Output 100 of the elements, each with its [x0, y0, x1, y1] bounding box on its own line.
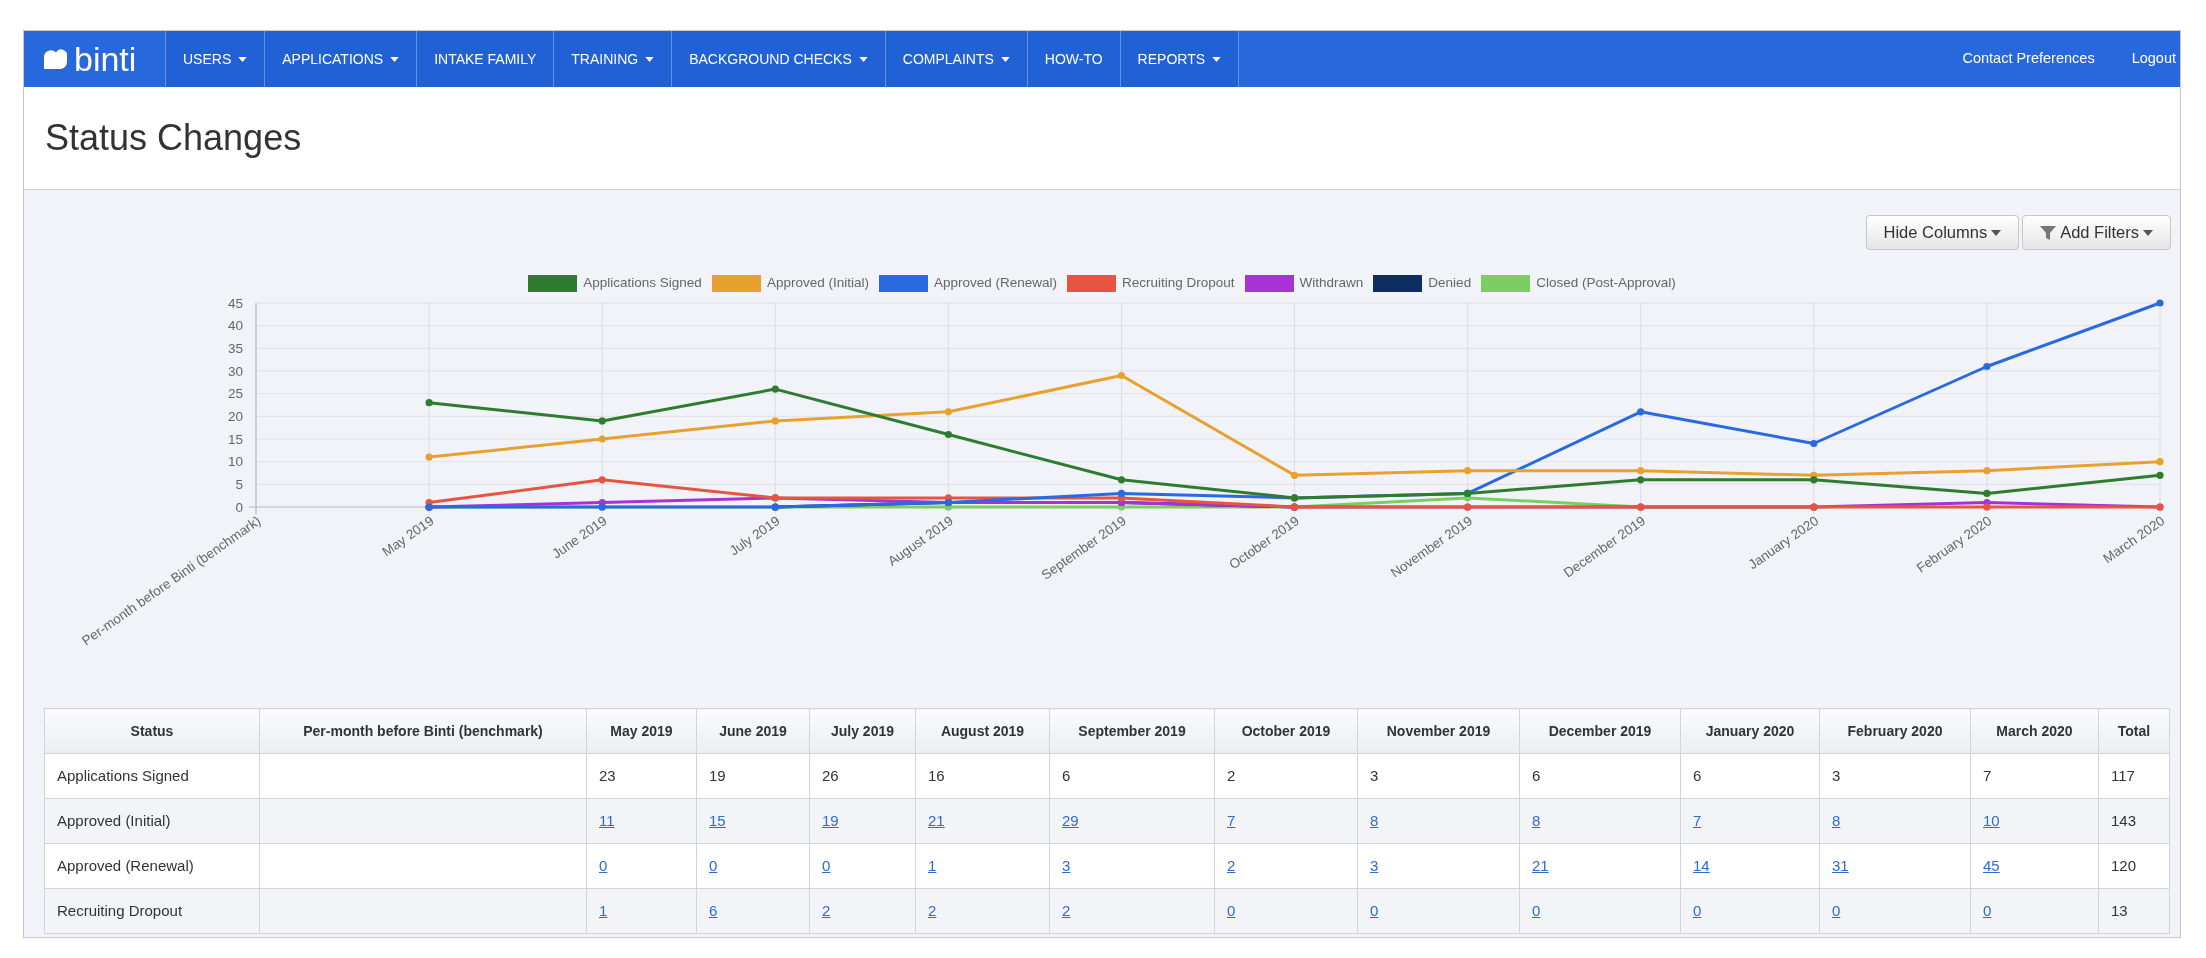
- filter-button[interactable]: Add Filters: [2022, 215, 2171, 250]
- data-point: [1983, 467, 1991, 475]
- table-cell: 2: [1214, 753, 1358, 799]
- y-tick-label: 10: [227, 454, 243, 470]
- nav-menu-item[interactable]: APPLICATIONS: [264, 31, 417, 87]
- cell-link[interactable]: 11: [599, 811, 615, 829]
- column-header: March 2020: [1970, 708, 2099, 754]
- cell-link[interactable]: 1: [928, 856, 937, 874]
- cell-link[interactable]: 0: [599, 856, 608, 874]
- cell-link[interactable]: 7: [1693, 811, 1702, 829]
- data-point: [1983, 362, 1991, 371]
- filter-icon: [2040, 224, 2057, 241]
- cell-link[interactable]: 21: [1532, 856, 1549, 874]
- dropdown-button[interactable]: Hide Columns: [1865, 215, 2020, 250]
- table-cell: 3: [1357, 753, 1520, 799]
- table-cell: 6: [1049, 753, 1215, 799]
- cell-link[interactable]: 7: [1227, 811, 1236, 829]
- column-header: August 2019: [915, 708, 1050, 754]
- data-point: [598, 476, 606, 484]
- cell-link[interactable]: 6: [709, 901, 718, 919]
- data-point: [1637, 408, 1645, 416]
- data-point: [771, 417, 779, 425]
- data-point: [944, 408, 952, 416]
- cell-link[interactable]: 2: [1062, 901, 1071, 919]
- cell-link[interactable]: 2: [822, 901, 831, 919]
- data-point: [2156, 458, 2164, 466]
- cell-link[interactable]: 14: [1693, 856, 1710, 874]
- cell-link[interactable]: 0: [1532, 901, 1541, 919]
- data-point: [425, 453, 433, 461]
- data-point: [2156, 471, 2164, 479]
- data-point: [944, 430, 952, 439]
- cell-link[interactable]: 8: [1370, 811, 1379, 829]
- cell-link[interactable]: 8: [1532, 811, 1541, 829]
- column-header: January 2020: [1680, 708, 1820, 754]
- legend-label: Denied: [1428, 274, 1472, 293]
- y-tick-label: 45: [227, 295, 243, 311]
- table-cell: Recruiting Dropout: [44, 888, 260, 934]
- cell-link[interactable]: 0: [709, 856, 718, 874]
- table-cell: 120: [2098, 843, 2170, 889]
- cell-link[interactable]: 2: [1227, 856, 1236, 874]
- y-tick-label: 5: [235, 476, 243, 492]
- nav-menu-item[interactable]: BACKGROUND CHECKS: [671, 31, 885, 87]
- y-tick-label: 30: [227, 363, 243, 379]
- table-cell: 16: [915, 753, 1050, 799]
- cell-link[interactable]: 3: [1370, 856, 1379, 874]
- cell-link[interactable]: 0: [1227, 901, 1236, 919]
- cell-link[interactable]: 8: [1832, 811, 1841, 829]
- column-header: July 2019: [809, 708, 916, 754]
- cell-link[interactable]: 0: [1693, 901, 1702, 919]
- legend-label: Withdrawn: [1299, 274, 1364, 293]
- nav-link[interactable]: INTAKE FAMILY: [416, 31, 554, 87]
- cell-link[interactable]: 1: [599, 901, 608, 919]
- nav-link[interactable]: HOW-TO: [1026, 31, 1120, 87]
- cell-link[interactable]: 0: [1983, 901, 1992, 919]
- table-cell: Approved (Renewal): [44, 843, 260, 889]
- cell-link[interactable]: 0: [822, 856, 831, 874]
- legend-label: Applications Signed: [583, 274, 702, 293]
- home-logo-link[interactable]: binti: [24, 31, 165, 87]
- column-header: October 2019: [1214, 708, 1358, 754]
- legend-label: Recruiting Dropout: [1122, 274, 1235, 293]
- data-point: [1810, 439, 1818, 448]
- table-cell: 143: [2098, 798, 2170, 844]
- nav-menu-item[interactable]: COMPLAINTS: [884, 31, 1027, 87]
- legend-label: Approved (Renewal): [933, 274, 1057, 293]
- cell-link[interactable]: 45: [1983, 856, 2000, 874]
- column-header: November 2019: [1357, 708, 1520, 754]
- nav-menu-item[interactable]: REPORTS: [1119, 31, 1240, 87]
- table-cell: 6: [1519, 753, 1681, 799]
- table-cell: 23: [586, 753, 697, 799]
- cell-link[interactable]: 0: [1832, 901, 1841, 919]
- page-title: Status Changes: [45, 120, 302, 156]
- cell-link[interactable]: 31: [1832, 856, 1849, 874]
- cell-link[interactable]: 3: [1062, 856, 1071, 874]
- caret-icon: [2143, 229, 2153, 236]
- cell-link[interactable]: 21: [928, 811, 945, 829]
- legend-label: Approved (Initial): [766, 274, 869, 293]
- column-header: Per-month before Binti (benchmark): [259, 708, 587, 754]
- nav-link[interactable]: Logout: [2131, 48, 2176, 70]
- y-tick-label: 25: [227, 386, 243, 402]
- cell-link[interactable]: 19: [822, 811, 839, 829]
- nav-link[interactable]: Contact Preferences: [1962, 48, 2095, 70]
- data-point: [425, 399, 433, 407]
- cell-link[interactable]: 29: [1062, 811, 1079, 829]
- y-tick-label: 35: [227, 340, 243, 356]
- table-cell: 13: [2098, 888, 2170, 934]
- cell-link[interactable]: 2: [928, 901, 937, 919]
- legend-label: Closed (Post-Approval): [1536, 274, 1676, 293]
- cell-link[interactable]: 0: [1370, 901, 1379, 919]
- cell-link[interactable]: 10: [1983, 811, 2000, 829]
- data-point: [1290, 471, 1299, 479]
- logo-icon: [44, 49, 67, 69]
- data-point: [771, 385, 779, 393]
- table-cell: 6: [1680, 753, 1820, 799]
- y-tick-label: 20: [227, 408, 243, 424]
- data-point: [598, 435, 606, 443]
- table-cell: 117: [2098, 753, 2170, 799]
- column-header: Total: [2098, 708, 2170, 754]
- nav-menu-item[interactable]: TRAINING: [553, 31, 672, 87]
- nav-menu-item[interactable]: USERS: [165, 31, 265, 87]
- cell-link[interactable]: 15: [709, 811, 726, 829]
